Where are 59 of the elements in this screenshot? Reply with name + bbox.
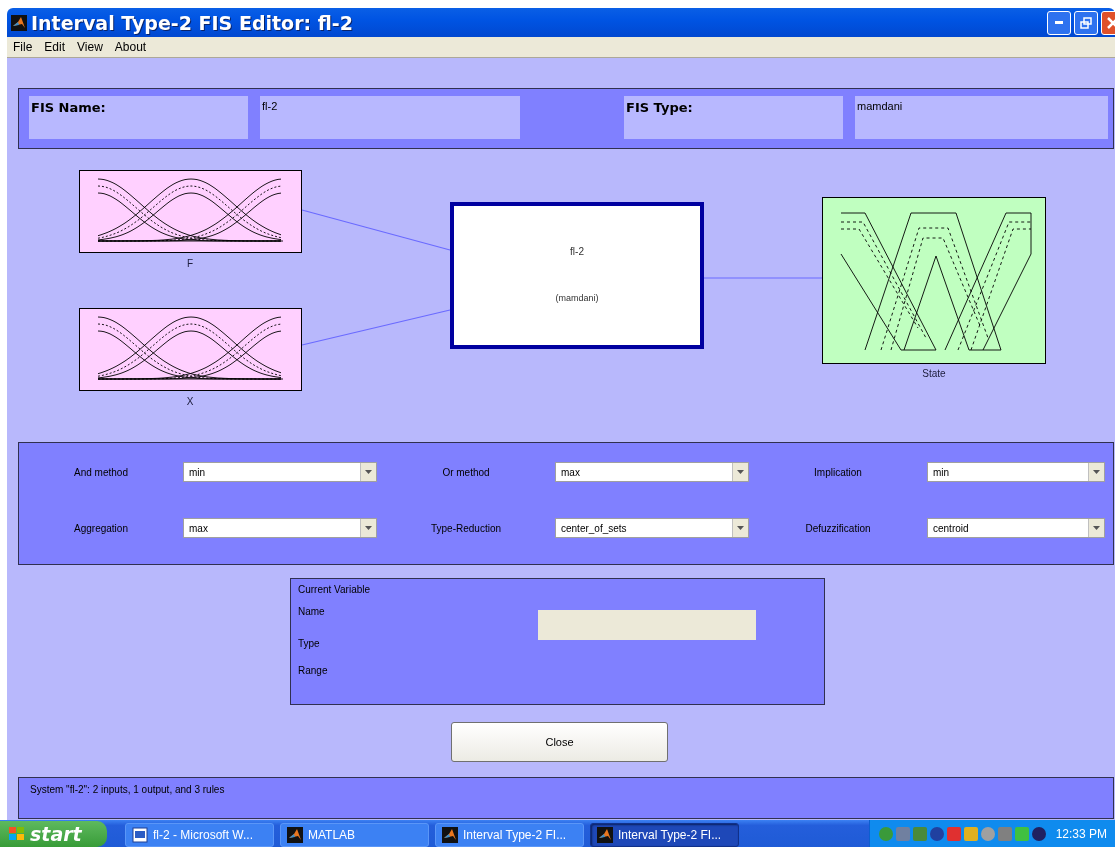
menu-item[interactable]: Edit — [38, 40, 72, 54]
output-name: State — [922, 368, 946, 379]
menu-item[interactable]: About — [108, 40, 153, 54]
matlab-icon — [287, 827, 303, 843]
taskbar-task[interactable]: fl-2 - Microsoft W... — [125, 823, 274, 847]
status-text: System "fl-2": 2 inputs, 1 output, and 3 rules — [30, 784, 225, 795]
system-type: (mamdani) — [555, 293, 599, 303]
system-name: fl-2 — [570, 246, 584, 257]
dropdown-arrow-icon — [365, 470, 372, 474]
restore-icon — [1080, 16, 1092, 29]
output-membership-plot[interactable] — [822, 197, 1046, 364]
fis-name-value: fl-2 — [260, 96, 520, 139]
method-label: Aggregation — [74, 522, 128, 534]
taskbar-task[interactable]: Interval Type-2 FI... — [435, 823, 584, 847]
name-field[interactable] — [538, 610, 756, 640]
method-dropdown[interactable]: centroid — [927, 518, 1105, 538]
method-label: Defuzzification — [805, 522, 871, 534]
input-name: F — [186, 258, 194, 269]
panel-title: Current Variable — [298, 584, 372, 595]
matlab-icon — [597, 827, 613, 843]
dropdown-arrow-icon — [1093, 470, 1100, 474]
window-title: Interval Type-2 FIS Editor: fl-2 — [31, 11, 353, 34]
dropdown-arrow-icon — [737, 526, 744, 530]
method-dropdown[interactable]: center_of_sets — [555, 518, 749, 538]
method-label: And method — [74, 466, 128, 478]
fis-name-label: FIS Name: — [29, 96, 248, 139]
clock: 12:33 PM — [1055, 826, 1107, 841]
field-label: Name — [298, 606, 326, 617]
method-label: Type-Reduction — [430, 522, 501, 534]
dropdown-arrow-icon — [365, 526, 372, 530]
matlab-icon — [442, 827, 458, 843]
method-dropdown[interactable]: max — [183, 518, 377, 538]
method-label: Or method — [442, 466, 490, 478]
close-icon — [1107, 16, 1115, 29]
dropdown-arrow-icon — [737, 470, 744, 474]
matlab-icon — [11, 14, 27, 31]
minimize-icon — [1055, 21, 1063, 24]
input-membership-plot[interactable] — [79, 308, 302, 391]
method-dropdown[interactable]: min — [927, 462, 1105, 482]
minimize-button[interactable] — [1047, 10, 1071, 35]
system-node[interactable]: fl-2 (mamdani) — [450, 202, 704, 349]
fis-type-label: FIS Type: — [624, 96, 843, 139]
restore-button[interactable] — [1074, 10, 1098, 35]
method-dropdown[interactable]: max — [555, 462, 749, 482]
field-label: Type — [298, 638, 321, 649]
document-icon — [132, 827, 148, 843]
dropdown-arrow-icon — [1093, 526, 1100, 530]
fis-type-value: mamdani — [855, 96, 1108, 139]
close-button[interactable]: Close — [451, 722, 668, 762]
method-dropdown[interactable]: min — [183, 462, 377, 482]
field-label: Range — [298, 665, 329, 676]
windows-logo-icon — [8, 826, 26, 842]
input-name: X — [186, 396, 194, 407]
taskbar-task[interactable]: Interval Type-2 FI... — [590, 823, 739, 847]
menu-item[interactable]: View — [71, 40, 109, 54]
taskbar-task[interactable]: MATLAB — [280, 823, 429, 847]
input-membership-plot[interactable] — [79, 170, 302, 253]
menu-item[interactable]: File — [7, 40, 39, 54]
method-label: Implication — [814, 466, 862, 478]
